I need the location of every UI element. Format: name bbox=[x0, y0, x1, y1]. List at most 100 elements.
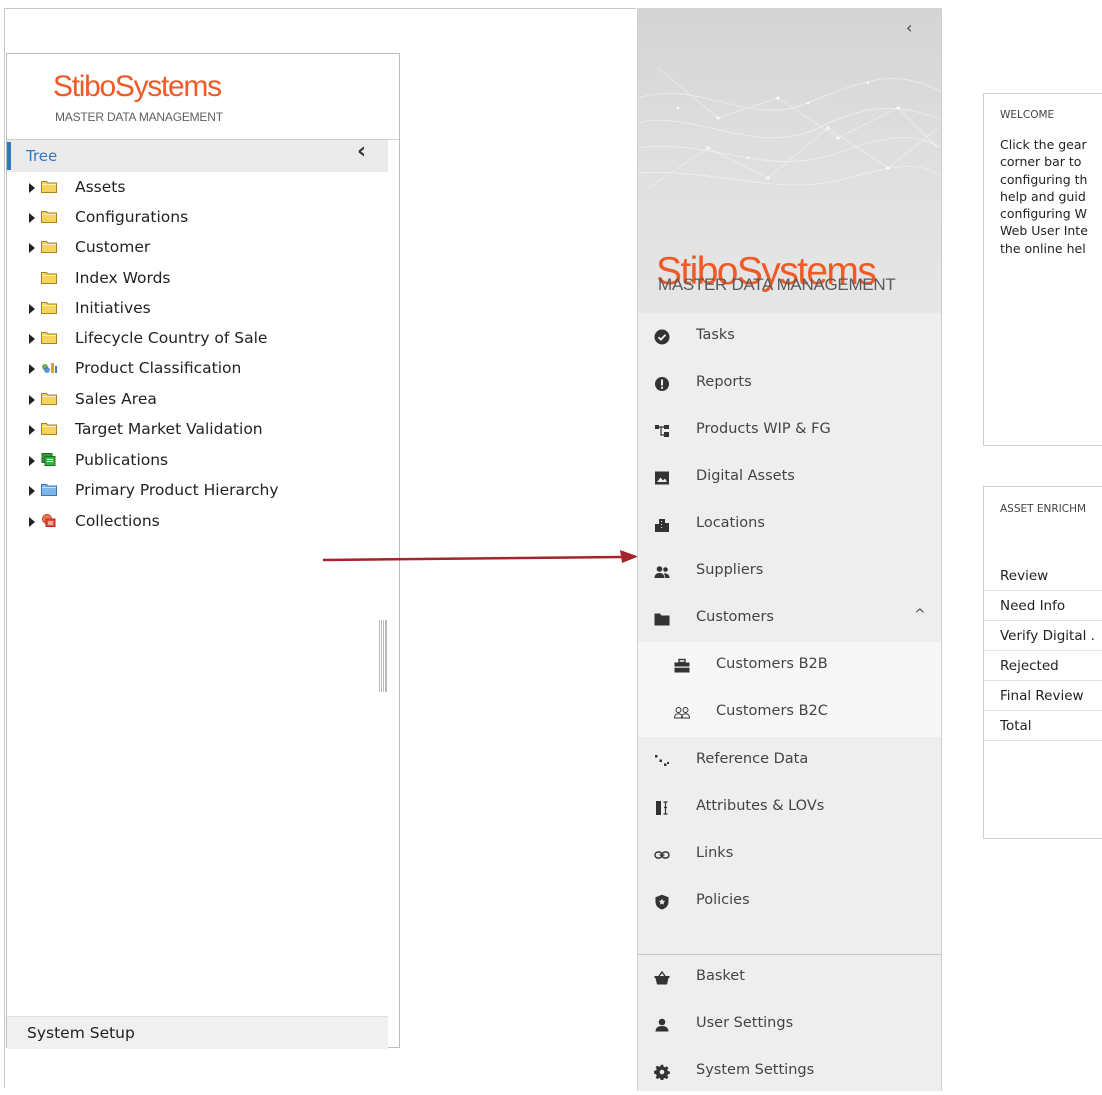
nav-item-label: Reference Data bbox=[696, 751, 809, 767]
nav-item-label: Basket bbox=[696, 968, 745, 984]
expand-caret-icon[interactable] bbox=[29, 364, 35, 374]
expand-caret-icon[interactable] bbox=[29, 456, 35, 466]
nav-item-label: Reports bbox=[696, 374, 752, 390]
collapse-nav-icon[interactable]: ‹ bbox=[906, 18, 912, 37]
table-row[interactable]: Review bbox=[984, 561, 1102, 591]
tree-item-collections[interactable]: Collections bbox=[7, 507, 388, 537]
tree-item-label: Lifecycle Country of Sale bbox=[75, 329, 268, 347]
tree-item-primary-product-hierarchy[interactable]: Primary Product Hierarchy bbox=[7, 476, 388, 506]
welcome-line: configuring W bbox=[1000, 206, 1087, 222]
nav-item-reference-data[interactable]: Reference Data bbox=[638, 738, 941, 784]
tree-item-initiatives[interactable]: Initiatives bbox=[7, 294, 388, 324]
tree-item-label: Assets bbox=[75, 178, 126, 196]
tree-item-lifecycle-country-of-sale[interactable]: Lifecycle Country of Sale bbox=[7, 324, 388, 354]
nav-item-label: Tasks bbox=[696, 327, 735, 343]
nav-item-user-settings[interactable]: User Settings bbox=[638, 1002, 941, 1048]
building-icon bbox=[655, 519, 669, 532]
tree-item-product-classification[interactable]: Product Classification bbox=[7, 354, 388, 384]
nav-item-customers[interactable]: Customers ^ bbox=[638, 596, 941, 642]
tree-item-sales-area[interactable]: Sales Area bbox=[7, 385, 388, 415]
tree-item-label: Sales Area bbox=[75, 390, 157, 408]
expand-caret-icon[interactable] bbox=[29, 183, 35, 193]
nav-item-reports[interactable]: Reports bbox=[638, 361, 941, 407]
nav-item-system-settings[interactable]: System Settings bbox=[638, 1049, 941, 1095]
folder-icon bbox=[41, 393, 57, 405]
tree-header: Tree ‹ bbox=[7, 139, 388, 172]
nav-item-locations[interactable]: Locations bbox=[638, 502, 941, 548]
row-label: Review bbox=[1000, 568, 1049, 584]
folder-icon bbox=[41, 272, 57, 284]
welcome-line: Web User Inte bbox=[1000, 223, 1088, 239]
nav-item-label: User Settings bbox=[696, 1015, 794, 1031]
nav-item-basket[interactable]: Basket bbox=[638, 955, 941, 1001]
nav-item-label: Customers B2C bbox=[716, 703, 828, 719]
gear-icon bbox=[654, 1064, 670, 1080]
tree-header-accent bbox=[7, 142, 11, 170]
system-setup-bar[interactable]: System Setup bbox=[7, 1016, 388, 1049]
expand-caret-icon[interactable] bbox=[29, 486, 35, 496]
users-icon bbox=[654, 566, 670, 578]
card-title: WELCOME bbox=[1000, 109, 1055, 121]
logo-brand: StiboSystems bbox=[53, 70, 222, 103]
welcome-line: the online hel bbox=[1000, 240, 1086, 256]
hierarchy-icon bbox=[655, 425, 669, 437]
tree-item-label: Product Classification bbox=[75, 359, 242, 377]
table-row[interactable]: Total bbox=[984, 711, 1102, 741]
table-row[interactable]: Final Review bbox=[984, 681, 1102, 711]
product-classification-icon bbox=[42, 363, 57, 373]
callout-arrow bbox=[322, 550, 638, 563]
nav-item-label: Suppliers bbox=[696, 562, 764, 578]
tree-item-target-market-validation[interactable]: Target Market Validation bbox=[7, 415, 388, 445]
expand-caret-icon[interactable] bbox=[29, 395, 35, 405]
nav-item-label: Digital Assets bbox=[696, 468, 795, 484]
expand-caret-icon[interactable] bbox=[29, 304, 35, 314]
blue-folder-icon bbox=[41, 484, 57, 496]
table-row[interactable]: Rejected bbox=[984, 651, 1102, 681]
nav-item-links[interactable]: Links bbox=[638, 832, 941, 878]
tree-item-label: Configurations bbox=[75, 208, 189, 226]
expand-caret-icon[interactable] bbox=[29, 334, 35, 344]
expand-caret-icon[interactable] bbox=[29, 517, 35, 527]
briefcase-icon bbox=[674, 658, 690, 673]
nav-item-suppliers[interactable]: Suppliers bbox=[638, 549, 941, 595]
folder-icon bbox=[41, 423, 57, 435]
expand-caret-icon[interactable] bbox=[29, 213, 35, 223]
tree-item-configurations[interactable]: Configurations bbox=[7, 203, 388, 233]
basket-icon bbox=[654, 970, 670, 985]
table-row[interactable]: Verify Digital . bbox=[984, 621, 1102, 651]
nav-item-label: Attributes & LOVs bbox=[696, 798, 825, 814]
nav-item-label: Customers B2B bbox=[716, 656, 828, 672]
tree-title[interactable]: Tree bbox=[26, 147, 57, 165]
check-circle-icon bbox=[654, 329, 670, 345]
nav-item-digital-assets[interactable]: Digital Assets bbox=[638, 455, 941, 501]
table-row[interactable]: Need Info bbox=[984, 591, 1102, 621]
top-border bbox=[4, 8, 636, 9]
link-icon bbox=[654, 851, 670, 859]
panel-resize-handle[interactable] bbox=[379, 620, 387, 692]
expand-caret-icon[interactable] bbox=[29, 425, 35, 435]
nav-item-products-wip-fg[interactable]: Products WIP & FG bbox=[638, 408, 941, 454]
nav-item-customers-b2b[interactable]: Customers B2B bbox=[638, 643, 941, 689]
welcome-card: WELCOME Click the gear corner bar to con… bbox=[983, 93, 1102, 446]
nav-item-tasks[interactable]: Tasks bbox=[638, 314, 941, 360]
nav-item-policies[interactable]: Policies bbox=[638, 879, 941, 925]
nav-item-customers-b2c[interactable]: Customers B2C bbox=[638, 690, 941, 736]
chevron-up-icon[interactable]: ^ bbox=[914, 607, 926, 623]
tree-item-customer[interactable]: Customer bbox=[7, 233, 388, 263]
row-label: Verify Digital . bbox=[1000, 628, 1095, 644]
tree-item-index-words[interactable]: Index Words bbox=[7, 264, 388, 294]
collapse-panel-icon[interactable]: ‹ bbox=[357, 139, 366, 164]
welcome-line: corner bar to bbox=[1000, 154, 1082, 170]
nav-item-label: Products WIP & FG bbox=[696, 421, 831, 437]
expand-caret-icon[interactable] bbox=[29, 243, 35, 253]
nav-item-attributes-lovs[interactable]: Attributes & LOVs bbox=[638, 785, 941, 831]
tree-item-publications[interactable]: Publications bbox=[7, 446, 388, 476]
exclamation-circle-icon bbox=[655, 377, 669, 391]
welcome-line: Click the gear bbox=[1000, 137, 1087, 152]
logo-tagline: MASTER DATA MANAGEMENT bbox=[55, 110, 223, 124]
tree-item-assets[interactable]: Assets bbox=[7, 173, 388, 203]
card-title: ASSET ENRICHM bbox=[1000, 503, 1087, 515]
row-label: Rejected bbox=[1000, 658, 1059, 674]
folder-icon bbox=[41, 241, 57, 253]
asset-enrichment-card: ASSET ENRICHM Review Need Info Verify Di… bbox=[983, 486, 1102, 839]
